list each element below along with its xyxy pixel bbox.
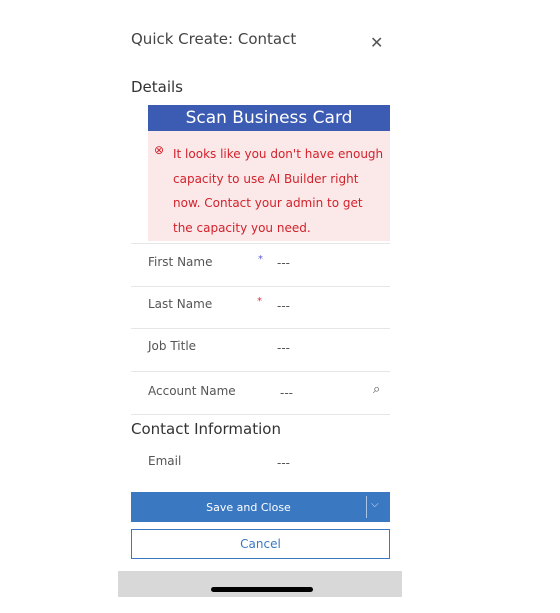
field-label: Email [148,454,182,468]
page-title: Quick Create: Contact [131,30,297,48]
home-indicator[interactable] [211,587,313,592]
save-label: Save and Close [206,501,291,514]
field-value[interactable]: --- [277,299,290,313]
scan-business-card-button[interactable]: Scan Business Card [148,105,390,131]
divider [366,496,367,518]
field-label: Last Name [148,297,213,311]
close-icon[interactable]: ✕ [370,33,383,52]
section-contact-info: Contact Information [131,420,281,438]
home-indicator-area [118,571,402,597]
search-icon[interactable]: ⌕ [373,382,380,397]
save-and-close-button[interactable]: Save and Close ⌵ [131,492,390,522]
error-icon: ⊗ [154,143,165,157]
field-email[interactable]: Email --- [131,446,390,482]
field-value[interactable]: --- [277,341,290,355]
field-job-title[interactable]: Job Title --- [131,328,390,372]
required-marker: * [257,296,262,307]
required-marker: * [258,254,263,265]
field-account-name[interactable]: Account Name --- ⌕ [131,371,390,415]
field-value[interactable]: --- [277,256,290,270]
chevron-down-icon[interactable]: ⌵ [371,499,379,510]
field-value[interactable]: --- [280,386,293,400]
field-label: Account Name [148,384,236,398]
error-message: It looks like you don't have enough capa… [173,147,384,235]
field-label: First Name [148,255,213,269]
field-first-name[interactable]: First Name * --- [131,243,390,286]
cancel-button[interactable]: Cancel [131,529,390,559]
scan-error-panel: ⊗ It looks like you don't have enough ca… [148,131,390,241]
field-last-name[interactable]: Last Name * --- [131,286,390,329]
section-details: Details [131,78,184,96]
field-label: Job Title [148,339,197,353]
field-value[interactable]: --- [277,456,290,470]
